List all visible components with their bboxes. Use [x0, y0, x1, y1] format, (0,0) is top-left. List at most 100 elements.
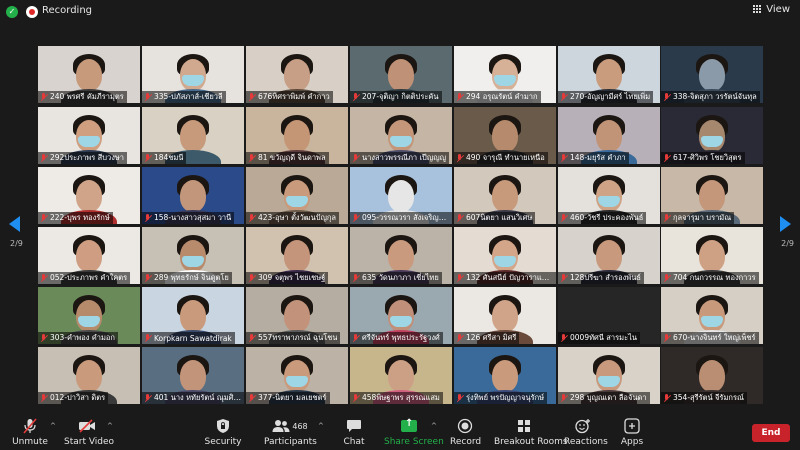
participant-tile[interactable]: 052-ประภาพร คำใคตร	[38, 227, 140, 284]
participant-tile[interactable]: 128ปรีฆา สำรองพันธ์	[558, 227, 660, 284]
participant-tile[interactable]: 184ชมนี	[142, 107, 244, 164]
participant-tile[interactable]: 298 บุญณเดา ลือจันดา	[558, 347, 660, 404]
participant-tile[interactable]: 270-อัญญามีศร์ ไทยเพิ่ม	[558, 46, 660, 103]
previous-page-arrow-icon[interactable]	[9, 216, 20, 232]
encryption-shield-icon[interactable]: ✓	[6, 6, 18, 18]
participant-name: 298 บุญณเดา ลือจันดา	[570, 393, 647, 402]
participant-nameplate: 607นิตยา แสนวิเศษ	[454, 212, 536, 224]
participant-tile[interactable]: กุลจารุมา บรามัณ	[661, 167, 763, 224]
page-indicator-right: 2/9	[781, 239, 794, 248]
muted-mic-icon	[248, 153, 256, 163]
participant-tile[interactable]: 309 จตุพร ไชยเชษฐ์	[246, 227, 348, 284]
participant-tile[interactable]: 126 ศรีสา มิศรี	[454, 287, 556, 344]
meeting-top-bar: ✓ Recording View	[0, 0, 800, 26]
participant-tile[interactable]: 338-จิตสุภา วรรัตน์จันทุล	[661, 46, 763, 103]
muted-mic-icon	[663, 393, 671, 403]
muted-mic-icon	[352, 333, 360, 343]
reactions-button[interactable]: Reactions	[564, 417, 608, 447]
participant-tile[interactable]: 635 วัดนภาภา เชี่ยไทย	[350, 227, 452, 284]
participant-tile[interactable]: 240 พรศรี คัมภีรามุตร	[38, 46, 140, 103]
participants-options-caret-icon[interactable]: ^	[318, 422, 324, 430]
participant-tile[interactable]: 401 นาง หทัยรัตน์ ณุมศิรส	[142, 347, 244, 404]
participant-tile[interactable]: 207-จุติญา กิตติประคัน	[350, 46, 452, 103]
participant-tile[interactable]: 458พิษฐาพร สุรรณแสม	[350, 347, 452, 404]
muted-mic-icon	[248, 92, 256, 102]
participant-tile[interactable]: 095-วรรณวรา สังเจริญพลัก	[350, 167, 452, 224]
participant-face	[699, 180, 725, 212]
face-mask	[182, 256, 204, 267]
participant-name: 148-มยุรัส คำภา	[570, 153, 626, 162]
muted-mic-icon	[560, 333, 568, 343]
share-options-caret-icon[interactable]: ^	[431, 422, 437, 430]
participant-tile[interactable]: 423-อุษา ตั้งวัฒนปัญกุล	[246, 167, 348, 224]
participant-tile[interactable]: 490 จารุณี ทำนายเหนือ	[454, 107, 556, 164]
participant-name: 128ปรีฆา สำรองพันธ์	[570, 273, 641, 282]
muted-mic-icon	[40, 153, 48, 163]
participant-tile[interactable]: 289 พุทธรักษ์ จินดูตโย	[142, 227, 244, 284]
muted-mic-icon	[456, 333, 464, 343]
muted-mic-icon	[560, 153, 568, 163]
muted-mic-icon	[40, 213, 48, 223]
muted-mic-icon	[560, 273, 568, 283]
share-screen-button[interactable]: Share Screen	[384, 417, 444, 447]
participant-face	[76, 59, 102, 91]
participant-name: กุลจารุมา บรามัณ	[673, 213, 732, 222]
participant-nameplate: 401 นาง หทัยรัตน์ ณุมศิรส	[142, 392, 244, 404]
participant-tile[interactable]: รุ่งทิพย์ พรปัญญาจนุรักษ์	[454, 347, 556, 404]
chat-button[interactable]: Chat	[338, 417, 370, 447]
participant-tile[interactable]: 148-มยุรัส คำภา	[558, 107, 660, 164]
start-video-button[interactable]: Start Video	[64, 417, 114, 447]
participant-tile[interactable]: 012-ปาวิสา ดิตร	[38, 347, 140, 404]
participant-nameplate: 292ประภาพร สีบวงษา	[38, 152, 128, 164]
participant-tile[interactable]: 557ทราพาภรณ์ ฉุนโชน	[246, 287, 348, 344]
participant-tile[interactable]: 294 อรุณรัตน์ คำมาก	[454, 46, 556, 103]
participant-tile[interactable]: 222-บุพร ทองรักษ์	[38, 167, 140, 224]
unmute-button[interactable]: Unmute	[12, 417, 48, 447]
muted-mic-icon	[663, 92, 671, 102]
recording-icon[interactable]	[26, 6, 38, 18]
participant-tile[interactable]: 704 กนกวรรณ ทองกาวร	[661, 227, 763, 284]
participant-nameplate: 095-วรรณวรา สังเจริญพลัก	[350, 212, 452, 224]
participant-tile[interactable]: 292ประภาพร สีบวงษา	[38, 107, 140, 164]
participant-tile[interactable]: Korpkarn Sawatdirak	[142, 287, 244, 344]
participant-tile[interactable]: 617-ศิวิพร โชยวิสุตร	[661, 107, 763, 164]
participant-tile[interactable]: 335-ปภัสภาส์-เชียวลี	[142, 46, 244, 103]
participant-tile[interactable]: 81 ขวัญฤดี จินดาพล	[246, 107, 348, 164]
participant-nameplate: 338-จิตสุภา วรรัตน์จันทุล	[661, 91, 760, 103]
participants-button[interactable]: 468 Participants	[264, 417, 317, 447]
participant-tile[interactable]: 303-คำพอง คำมอก	[38, 287, 140, 344]
participant-name: 158-นางสาวสุสมา วานี	[154, 213, 232, 222]
view-button[interactable]: View	[753, 4, 790, 15]
participant-name: 303-คำพอง คำมอก	[50, 333, 115, 342]
next-page-arrow-icon[interactable]	[780, 216, 791, 232]
apps-button[interactable]: Apps	[618, 417, 646, 447]
reactions-label: Reactions	[564, 437, 608, 447]
participant-tile[interactable]: 0009ทัศนี สารมะไน	[558, 287, 660, 344]
audio-options-caret-icon[interactable]: ^	[50, 422, 56, 430]
participant-tile[interactable]: 676ทิศราพิมพ์ คำกาว	[246, 46, 348, 103]
participant-face	[492, 360, 518, 392]
muted-mic-icon	[456, 153, 464, 163]
participant-tile[interactable]: 377-นิตยา มลเยชตร์	[246, 347, 348, 404]
participant-name: 309 จตุพร ไชยเชษฐ์	[258, 273, 326, 282]
security-button[interactable]: Security	[204, 417, 242, 447]
participant-name: 294 อรุณรัตน์ คำมาก	[466, 92, 538, 101]
participant-face	[699, 360, 725, 392]
breakout-rooms-button[interactable]: Breakout Rooms	[494, 417, 568, 447]
participant-tile[interactable]: 607นิตยา แสนวิเศษ	[454, 167, 556, 224]
end-meeting-button[interactable]: End	[752, 424, 790, 442]
participant-nameplate: 335-ปภัสภาส์-เชียวลี	[142, 91, 226, 103]
participant-nameplate: 557ทราพาภรณ์ ฉุนโชน	[246, 332, 341, 344]
participant-nameplate: รุ่งทิพย์ พรปัญญาจนุรักษ์	[454, 392, 548, 404]
participant-tile[interactable]: 132 ศันสนีย์ ปัญวาราแนทร์	[454, 227, 556, 284]
participant-tile[interactable]: 460-วัชรี ประคองพันธ์	[558, 167, 660, 224]
participant-tile[interactable]: 354-สุรีรัตน์ จีรัมกรณ์	[661, 347, 763, 404]
participant-tile[interactable]: 158-นางสาวสุสมา วานี	[142, 167, 244, 224]
participant-nameplate: 222-บุพร ทองรักษ์	[38, 212, 113, 224]
video-options-caret-icon[interactable]: ^	[107, 422, 113, 430]
participant-tile[interactable]: ศรีจันทร์ พุทธประรัฐวงศ์	[350, 287, 452, 344]
participant-tile[interactable]: 670-นางจินทร์ ใหญ่เพ็ชร์	[661, 287, 763, 344]
muted-mic-icon	[40, 273, 48, 283]
record-button[interactable]: Record	[450, 417, 481, 447]
participant-tile[interactable]: นางสาวพรรณีภา เปีญญญู	[350, 107, 452, 164]
